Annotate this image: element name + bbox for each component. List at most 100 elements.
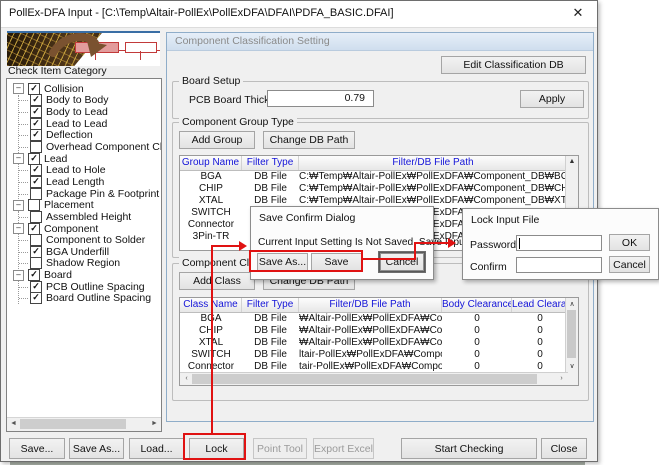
check-item-category-label: Check Item Category: [8, 65, 107, 77]
tree-item[interactable]: ✓ Lead to Lead: [19, 118, 161, 130]
column-header[interactable]: Group Name: [180, 156, 242, 170]
class-type-table[interactable]: Class NameFilter TypeFilter/DB File Path…: [179, 297, 579, 386]
checkbox-icon[interactable]: [30, 188, 42, 200]
confirm-input[interactable]: [516, 257, 602, 273]
scroll-thumb[interactable]: [20, 419, 126, 429]
title-bar[interactable]: PollEx-DFA Input - [C:\Temp\Altair-PollE…: [1, 1, 597, 28]
scroll-thumb[interactable]: [567, 310, 576, 358]
tree-item[interactable]: ✓Deflection: [19, 130, 161, 142]
cancel-button[interactable]: Cancel: [609, 256, 650, 273]
start-checking-button[interactable]: Start Checking: [401, 438, 537, 459]
tree-item[interactable]: ✓Body to Body: [19, 95, 161, 107]
tree-collapse-icon[interactable]: –: [13, 83, 24, 94]
checkbox-icon[interactable]: ✓: [30, 106, 42, 118]
save-buttons-highlight-box: [249, 250, 363, 272]
tree-item[interactable]: Package Pin & Footprint Pad: [19, 188, 161, 200]
checkbox-icon[interactable]: ✓: [30, 281, 42, 293]
pcb-thickness-input[interactable]: 0.79: [267, 90, 374, 107]
scroll-thumb[interactable]: [192, 374, 537, 384]
ok-button[interactable]: OK: [609, 234, 650, 251]
annotation-line-horizontal: [211, 245, 240, 247]
table-row[interactable]: CHIPDB File₩Altair-PollEx₩PollExDFA₩Comp…: [180, 325, 578, 337]
tree-item-label: Shadow Region: [46, 257, 120, 269]
tree-horizontal-scrollbar[interactable]: ◄ ►: [7, 417, 161, 431]
table-row[interactable]: BGADB File₩Altair-PollEx₩PollExDFA₩Compo…: [180, 313, 578, 325]
screenshot-stage: PollEx-DFA Input - [C:\Temp\Altair-PollE…: [0, 0, 659, 465]
table-row[interactable]: SWITCHDB Fileltair-PollEx₩PollExDFA₩Comp…: [180, 349, 578, 361]
tree-item[interactable]: –Placement: [7, 199, 161, 211]
checkbox-icon[interactable]: ✓: [30, 129, 42, 141]
checkbox-icon[interactable]: ✓: [30, 176, 42, 188]
tree-item[interactable]: ✓Board Outline Spacing: [19, 293, 161, 305]
tree-collapse-icon[interactable]: –: [13, 223, 24, 234]
scroll-up-icon[interactable]: ▲: [566, 156, 578, 167]
scroll-up-icon[interactable]: ∧: [566, 299, 578, 310]
scroll-down-icon[interactable]: ∨: [566, 361, 578, 372]
checkbox-icon[interactable]: ✓: [30, 246, 42, 258]
tree-item[interactable]: Assembled Height: [19, 211, 161, 223]
check-item-tree[interactable]: –✓Collision✓Body to Body✓Body to Lead✓Le…: [6, 78, 162, 432]
close-icon[interactable]: ✕: [569, 5, 587, 21]
tree-item[interactable]: ✓PCB Outline Spacing: [19, 281, 161, 293]
column-header[interactable]: Filter Type: [242, 156, 299, 170]
table-row[interactable]: BGADB FileC:₩Temp₩Altair-PollEx₩PollExDF…: [180, 171, 578, 183]
column-header[interactable]: Filter/DB File Path: [299, 298, 442, 312]
change-db-path-button-group[interactable]: Change DB Path: [263, 131, 355, 149]
tree-item-label: Lead to Hole: [46, 164, 106, 176]
tree-item[interactable]: –✓Lead: [7, 153, 161, 165]
checkbox-icon[interactable]: [30, 141, 42, 153]
checkbox-icon[interactable]: [30, 211, 42, 223]
cell: DB File: [242, 337, 299, 349]
tree-collapse-icon[interactable]: –: [13, 153, 24, 164]
table-row[interactable]: CHIPDB FileC:₩Temp₩Altair-PollEx₩PollExD…: [180, 183, 578, 195]
scroll-right-icon[interactable]: ›: [555, 373, 568, 385]
class-table-hscrollbar[interactable]: ‹ ›: [180, 372, 568, 385]
checkbox-icon[interactable]: ✓: [28, 223, 40, 235]
checkbox-icon[interactable]: [28, 199, 40, 211]
cell: DB File: [242, 313, 299, 325]
apply-button[interactable]: Apply: [520, 90, 584, 108]
table-row[interactable]: XTALDB File₩Altair-PollEx₩PollExDFA₩Comp…: [180, 337, 578, 349]
checkbox-icon[interactable]: ✓: [28, 269, 40, 281]
column-header[interactable]: Filter/DB File Path: [299, 156, 568, 170]
cell: CHIP: [180, 183, 242, 195]
tree-collapse-icon[interactable]: –: [13, 270, 24, 281]
tree-item[interactable]: ✓Lead Length: [19, 176, 161, 188]
password-input[interactable]: [516, 235, 602, 251]
tree-item[interactable]: Component to Solder: [19, 234, 161, 246]
edit-classification-db-button[interactable]: Edit Classification DB: [441, 56, 586, 74]
tree-item[interactable]: ✓BGA Underfill: [19, 246, 161, 258]
save-as-button[interactable]: Save As...: [69, 438, 124, 459]
add-group-button[interactable]: Add Group: [179, 131, 255, 149]
scroll-right-icon[interactable]: ►: [148, 418, 161, 430]
checkbox-icon[interactable]: [30, 257, 42, 269]
checkbox-icon[interactable]: ✓: [30, 118, 42, 130]
checkbox-icon[interactable]: ✓: [28, 153, 40, 165]
checkbox-icon[interactable]: ✓: [30, 292, 42, 304]
load-button[interactable]: Load...: [129, 438, 184, 459]
tree-collapse-icon[interactable]: –: [13, 200, 24, 211]
checkbox-icon[interactable]: ✓: [30, 94, 42, 106]
tree-item[interactable]: ✓Body to Lead: [19, 106, 161, 118]
close-button[interactable]: Close: [541, 438, 587, 459]
checkbox-icon[interactable]: ✓: [30, 164, 42, 176]
cell: 0: [442, 337, 512, 349]
tree-item[interactable]: –✓Board: [7, 269, 161, 281]
cancel-button[interactable]: Cancel: [379, 252, 425, 272]
text-caret: [519, 238, 520, 249]
column-header[interactable]: Body Clearance: [442, 298, 512, 312]
tree-item[interactable]: ✓ Lead to Hole: [19, 164, 161, 176]
tree-item[interactable]: Shadow Region: [19, 258, 161, 270]
column-header[interactable]: Lead Clearance: [512, 298, 568, 312]
scroll-left-icon[interactable]: ◄: [7, 418, 20, 430]
tree-item[interactable]: Overhead Component Clearance: [19, 141, 161, 153]
checkbox-icon[interactable]: [30, 234, 42, 246]
tree-item[interactable]: –✓Component: [7, 223, 161, 235]
tree-item[interactable]: –✓Collision: [7, 83, 161, 95]
cell: DB File: [242, 325, 299, 337]
checkbox-icon[interactable]: ✓: [28, 83, 40, 95]
save-button[interactable]: Save...: [9, 438, 65, 459]
add-class-button[interactable]: Add Class: [179, 272, 255, 290]
column-header[interactable]: Filter Type: [242, 298, 299, 312]
tree-item-label: Lead to Lead: [46, 118, 107, 130]
